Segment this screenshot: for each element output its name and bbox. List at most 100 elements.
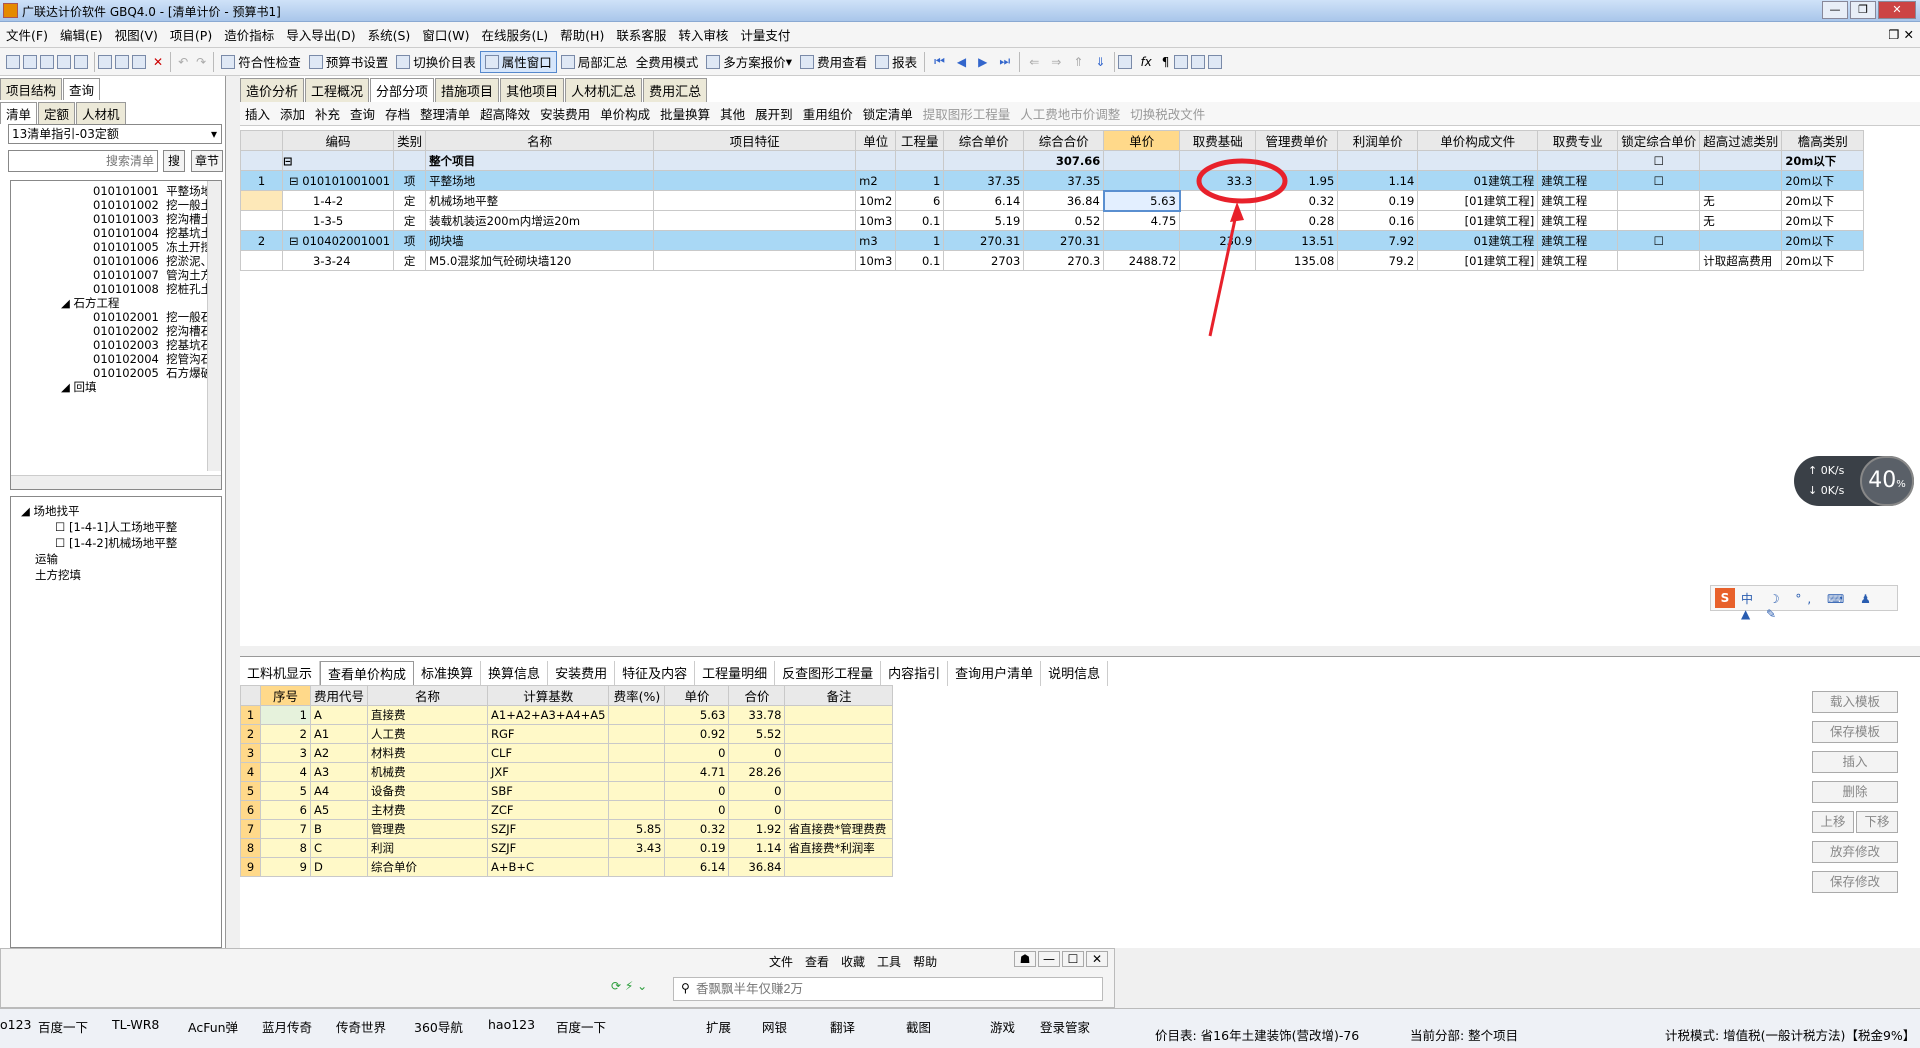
composition-cell[interactable]: 33.78 bbox=[728, 705, 786, 725]
composition-row[interactable]: 9 9 D 综合单价 A+B+C 6.14 36.84 bbox=[240, 857, 894, 877]
browser-tool-item[interactable]: 登录管家 bbox=[1040, 1017, 1090, 1036]
composition-cell[interactable]: B bbox=[309, 819, 369, 839]
grid-cell-filt[interactable] bbox=[1699, 230, 1783, 251]
browser-tool-item[interactable]: 扩展 bbox=[706, 1017, 731, 1036]
tab-project-structure[interactable]: 项目结构 bbox=[0, 78, 63, 100]
composition-cell[interactable] bbox=[784, 743, 894, 763]
grid-cell-height[interactable]: 20m以下 bbox=[1781, 150, 1865, 171]
grid-cell-filt[interactable]: 计取超高费用 bbox=[1699, 250, 1783, 271]
grid-cell-price[interactable] bbox=[1103, 170, 1181, 191]
grid-cell-code[interactable]: ⊟ bbox=[281, 150, 395, 171]
grid-row[interactable]: ⊟ 整个项目 307.66 ☐ 20m以下 bbox=[240, 150, 1865, 171]
grid-cell-qty[interactable]: 0.1 bbox=[895, 250, 945, 271]
composition-cell[interactable]: 材料费 bbox=[367, 743, 489, 763]
lock-checkbox[interactable]: ☐ bbox=[1654, 234, 1664, 248]
menu-view[interactable]: 视图(V) bbox=[109, 25, 164, 44]
browser-tool-item[interactable]: 截图 bbox=[906, 1017, 931, 1036]
bottom-tab-0[interactable]: 工料机显示 bbox=[240, 661, 321, 686]
composition-button-0[interactable]: 载入模板 bbox=[1812, 691, 1898, 713]
nav-prev-icon[interactable]: ◀ bbox=[957, 55, 966, 69]
grid-cell-feat[interactable] bbox=[653, 150, 857, 171]
grid-cell-uprice[interactable]: 6.14 bbox=[943, 190, 1025, 211]
grid-cell-file[interactable] bbox=[1417, 150, 1539, 171]
composition-cell[interactable]: 36.84 bbox=[728, 857, 786, 877]
redo-icon[interactable]: ↷ bbox=[196, 55, 206, 69]
grid-cell-filt[interactable]: 无 bbox=[1699, 210, 1783, 231]
bottom-tab-8[interactable]: 内容指引 bbox=[881, 661, 949, 686]
composition-cell[interactable]: 综合单价 bbox=[367, 857, 489, 877]
grid-cell-name[interactable]: M5.0混浆加气砼砌块墙120 bbox=[425, 250, 655, 271]
composition-cell[interactable]: 省直接费*利润率 bbox=[784, 838, 894, 858]
collapse-icon[interactable]: ⊟ bbox=[289, 174, 302, 188]
network-speed-widget[interactable]: ↑ 0K/s ↓ 0K/s 40% bbox=[1794, 456, 1914, 506]
composition-cell[interactable]: 1.14 bbox=[728, 838, 786, 858]
composition-cell[interactable]: A+B+C bbox=[487, 857, 610, 877]
browser-close-button[interactable]: ✕ bbox=[1086, 951, 1108, 967]
grid-cell-cat[interactable] bbox=[393, 150, 427, 171]
minimize-button[interactable]: — bbox=[1822, 1, 1848, 19]
browser-tool-item[interactable]: 网银 bbox=[762, 1017, 787, 1036]
subtool-6[interactable]: 超高降效 bbox=[475, 104, 535, 123]
tab-list[interactable]: 清单 bbox=[0, 102, 38, 124]
grid-cell-unit[interactable]: 10m3 bbox=[855, 210, 897, 231]
tree-scrollbar[interactable] bbox=[207, 181, 221, 471]
browser-minimize-button[interactable]: — bbox=[1038, 951, 1060, 967]
composition-cell[interactable]: 4 bbox=[240, 762, 261, 782]
browser-menu-item[interactable]: 帮助 bbox=[913, 953, 937, 970]
grid-row[interactable]: 3-3-24 定 M5.0混浆加气砼砌块墙120 10m3 0.1 2703 270.3 24… bbox=[240, 250, 1865, 271]
bookmark-item[interactable]: hao123 bbox=[488, 1017, 535, 1032]
composition-cell[interactable] bbox=[608, 705, 666, 725]
composition-cell[interactable]: ZCF bbox=[487, 800, 610, 820]
composition-cell[interactable]: 1 bbox=[240, 705, 261, 725]
bottom-tab-7[interactable]: 反查图形工程量 bbox=[775, 661, 882, 686]
table-icon[interactable] bbox=[1208, 54, 1223, 69]
composition-button-7[interactable]: 保存修改 bbox=[1812, 871, 1898, 893]
bottom-tab-3[interactable]: 换算信息 bbox=[481, 661, 549, 686]
restore-button[interactable]: ❐ bbox=[1850, 1, 1876, 19]
main-tab-2[interactable]: 分部分项 bbox=[370, 78, 435, 103]
grid-column-header[interactable]: 综合单价 bbox=[943, 130, 1025, 151]
grid-cell-qty[interactable]: 0.1 bbox=[895, 210, 945, 231]
composition-cell[interactable] bbox=[608, 762, 666, 782]
composition-cell[interactable]: C bbox=[309, 838, 369, 858]
tab-query[interactable]: 查询 bbox=[63, 78, 101, 100]
composition-cell[interactable]: 0.92 bbox=[664, 724, 730, 744]
grid-cell-name[interactable]: 整个项目 bbox=[425, 150, 655, 171]
grid-column-header[interactable]: 综合合价 bbox=[1023, 130, 1105, 151]
grid-cell-no[interactable] bbox=[240, 210, 283, 231]
lock-checkbox[interactable]: ☐ bbox=[1654, 154, 1664, 168]
move-down-icon[interactable]: ⇓ bbox=[1095, 55, 1105, 69]
menu-project[interactable]: 项目(P) bbox=[164, 25, 218, 44]
tree-node[interactable]: ◢ 场地找平 bbox=[21, 503, 80, 519]
subtool-12[interactable]: 重用组价 bbox=[798, 104, 858, 123]
grid-column-header[interactable]: 单价构成文件 bbox=[1417, 130, 1539, 151]
composition-cell[interactable]: 9 bbox=[260, 857, 311, 877]
nav-first-icon[interactable]: ⏮ bbox=[934, 54, 945, 69]
composition-cell[interactable]: JXF bbox=[487, 762, 610, 782]
bottom-tab-2[interactable]: 标准换算 bbox=[414, 661, 482, 686]
copy-icon[interactable] bbox=[115, 54, 129, 69]
move-right-icon[interactable]: ⇒ bbox=[1051, 55, 1061, 69]
grid-row[interactable]: 1-4-2 定机械场地平整 10m2 6 6.14 36.84 5.63 0.32 0.19 [0… bbox=[240, 189, 1865, 212]
quota-select[interactable]: 13清单指引-03定额 ▾ bbox=[8, 124, 222, 144]
nav-last-icon[interactable]: ⏭ bbox=[999, 54, 1010, 69]
composition-row[interactable]: 2 2 A1 人工费 RGF 0.92 5.52 bbox=[240, 724, 894, 744]
menu-window[interactable]: 窗口(W) bbox=[416, 25, 475, 44]
composition-button-2[interactable]: 插入 bbox=[1812, 751, 1898, 773]
browser-menu-item[interactable]: 文件 bbox=[769, 953, 793, 970]
grid-column-header[interactable]: 编码 bbox=[281, 130, 395, 151]
tree-hscrollbar[interactable] bbox=[11, 475, 221, 489]
composition-cell[interactable]: 直接费 bbox=[367, 705, 489, 725]
grid-cell-lock[interactable]: ☐ bbox=[1617, 230, 1701, 251]
db-icon[interactable] bbox=[1174, 54, 1189, 69]
composition-cell[interactable]: A5 bbox=[309, 800, 369, 820]
grid-column-header[interactable]: 利润单价 bbox=[1337, 130, 1419, 151]
menu-file[interactable]: 文件(F) bbox=[0, 25, 54, 44]
grid-cell-feat[interactable] bbox=[653, 210, 857, 231]
grid-column-header[interactable]: 檐高类别 bbox=[1781, 130, 1865, 151]
composition-cell[interactable]: 0.19 bbox=[664, 838, 730, 858]
menu-payment[interactable]: 计量支付 bbox=[734, 25, 796, 44]
composition-cell[interactable]: 3.43 bbox=[608, 838, 666, 858]
grid-cell-unit[interactable]: m3 bbox=[855, 230, 897, 251]
main-tab-4[interactable]: 其他项目 bbox=[500, 78, 565, 103]
